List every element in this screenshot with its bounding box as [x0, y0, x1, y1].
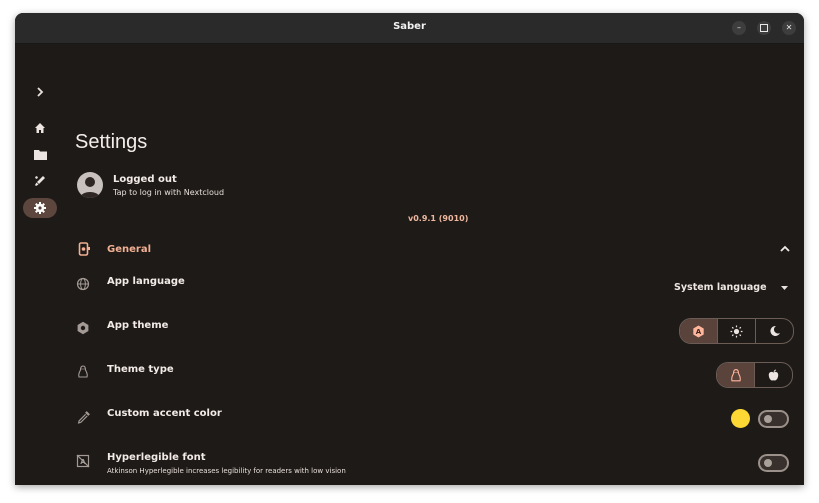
- sun-icon: [730, 325, 743, 337]
- section-label-general: General: [107, 244, 151, 255]
- setting-title-app-language: App language: [107, 276, 185, 287]
- setting-title-theme-type: Theme type: [107, 364, 174, 375]
- hyperlegible-toggle[interactable]: [758, 454, 789, 472]
- close-icon: ✕: [785, 23, 793, 32]
- maximize-button[interactable]: [757, 21, 771, 35]
- tux-icon: [730, 368, 741, 381]
- app-window: Saber – ✕ Settings Logged out Tap to log…: [15, 13, 804, 485]
- app-version: v0.9.1 (9010): [408, 214, 469, 223]
- moon-icon: [769, 325, 780, 336]
- app-theme-selector: A: [679, 318, 794, 344]
- avatar: [77, 172, 103, 198]
- person-icon: [80, 177, 100, 198]
- theme-option-dark[interactable]: [756, 319, 793, 343]
- rail-item-whiteboard[interactable]: [23, 171, 57, 191]
- toggle-knob: [764, 415, 772, 423]
- theme-option-system[interactable]: A: [680, 319, 718, 343]
- apple-icon: [768, 369, 779, 381]
- folder-icon: [33, 149, 47, 160]
- rail-item-settings[interactable]: [23, 198, 57, 218]
- rail-item-files[interactable]: [23, 144, 57, 164]
- font-off-icon: A: [76, 454, 90, 468]
- accent-color-swatch[interactable]: [731, 409, 750, 428]
- theme-type-option-linux[interactable]: [717, 363, 755, 387]
- brush-icon: [35, 176, 45, 186]
- auto-theme-icon: A: [693, 325, 704, 337]
- chevron-right-icon: [37, 87, 44, 97]
- chevron-up-icon: [780, 245, 790, 252]
- home-icon: [35, 123, 45, 133]
- linux-icon: [78, 365, 88, 378]
- setting-title-custom-accent: Custom accent color: [107, 408, 222, 419]
- eyedropper-icon: [77, 411, 90, 424]
- minimize-button[interactable]: –: [732, 21, 746, 35]
- theme-icon: [77, 321, 89, 335]
- language-dropdown[interactable]: System language: [674, 282, 792, 298]
- account-hint: Tap to log in with Nextcloud: [113, 188, 225, 197]
- setting-title-app-theme: App theme: [107, 320, 169, 331]
- rail-item-home[interactable]: [23, 118, 57, 138]
- svg-text:A: A: [80, 458, 86, 466]
- theme-type-selector: [716, 362, 793, 388]
- toggle-knob: [764, 459, 772, 467]
- globe-icon: [76, 277, 90, 291]
- gear-icon: [34, 202, 46, 214]
- custom-accent-toggle[interactable]: [758, 410, 789, 428]
- setting-description-hyperlegible: Atkinson Hyperlegible increases legibili…: [107, 467, 346, 475]
- dropdown-arrow-icon: [781, 286, 788, 290]
- theme-type-option-apple[interactable]: [755, 363, 792, 387]
- setting-title-hyperlegible: Hyperlegible font: [107, 452, 206, 463]
- page-title: Settings: [75, 131, 148, 153]
- account-status: Logged out: [113, 174, 177, 185]
- window-title: Saber: [393, 21, 426, 32]
- expand-rail-button[interactable]: [23, 82, 57, 102]
- svg-text:A: A: [696, 328, 702, 336]
- language-value: System language: [674, 282, 767, 293]
- close-button[interactable]: ✕: [782, 21, 796, 35]
- phone-settings-icon: [78, 242, 90, 256]
- title-bar: Saber – ✕: [15, 13, 804, 44]
- theme-option-light[interactable]: [718, 319, 756, 343]
- maximize-icon: [760, 24, 768, 32]
